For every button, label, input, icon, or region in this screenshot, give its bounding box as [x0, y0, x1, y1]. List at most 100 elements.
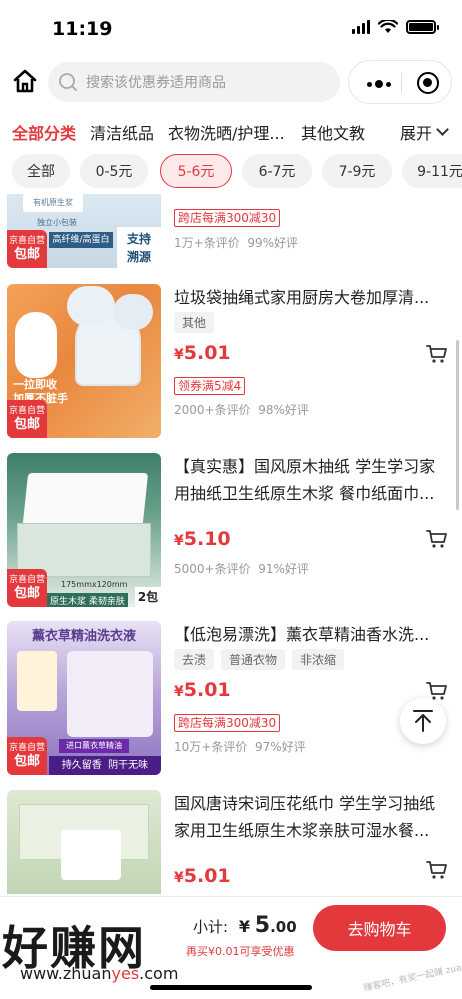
- product-tags: 去渍 普通衣物 非浓缩: [174, 649, 345, 670]
- review-meta: 2000+条评价 98%好评: [174, 401, 309, 418]
- watermark-url: www.zhuanyes.com: [20, 964, 178, 983]
- price-filter-7-9[interactable]: 7-9元: [322, 154, 392, 188]
- trash-bag-roll: [67, 286, 115, 326]
- rating: 99%好评: [247, 236, 299, 250]
- image-label: 持久留香 阴干无味: [49, 756, 161, 775]
- badge-line1: 京喜自营: [8, 406, 45, 416]
- product-image[interactable]: 有机原生浆 独立小包装 高纤维/高蛋白 支持 溯源 京喜自营 包邮: [7, 194, 161, 268]
- scrollbar[interactable]: [456, 340, 459, 510]
- close-miniapp-icon[interactable]: [417, 72, 439, 94]
- promo-tag: 领券满5减4: [174, 377, 246, 395]
- review-count: 5000+条评价: [174, 562, 251, 576]
- image-label: 原生木浆 柔韧亲肤: [47, 593, 128, 607]
- product-tag: 普通衣物: [221, 649, 286, 670]
- home-icon[interactable]: [12, 68, 38, 94]
- currency-symbol: ¥: [238, 917, 250, 936]
- bunny-mascot: [15, 312, 57, 378]
- jd-self-operated-badge: 京喜自营 包邮: [7, 400, 47, 438]
- badge-line1: 京喜自营: [8, 236, 45, 246]
- add-to-cart-icon[interactable]: [426, 344, 448, 364]
- back-to-top-button[interactable]: [400, 698, 446, 744]
- price-filter-6-7[interactable]: 6-7元: [242, 154, 312, 188]
- search-input[interactable]: 搜索该优惠券适用商品: [48, 62, 340, 102]
- price-value: 5.01: [183, 865, 231, 887]
- expand-label: 展开: [400, 124, 433, 143]
- product-tag: 其他: [174, 312, 215, 333]
- tab-laundry-care[interactable]: 衣物洗晒/护理...: [168, 120, 285, 144]
- price-value: 5.10: [183, 528, 231, 550]
- expand-button[interactable]: 展开: [392, 120, 462, 144]
- discount-hint: 再买¥0.01可享受优惠: [186, 945, 295, 958]
- subtotal: 小计: ¥ 5.00: [193, 913, 297, 938]
- review-meta: 10万+条评价 97%好评: [174, 738, 306, 755]
- review-count: 10万+条评价: [174, 740, 248, 754]
- add-to-cart-icon[interactable]: [426, 860, 448, 880]
- price-filter-0-5[interactable]: 0-5元: [80, 154, 148, 188]
- product-image[interactable]: 一拉即收 加厚不脏手 京喜自营 包邮: [7, 284, 161, 438]
- category-tabs: 全部分类 清洁纸品 衣物洗晒/护理... 其他文教 展开: [0, 112, 462, 148]
- rating: 97%好评: [254, 740, 306, 754]
- review-meta: 5000+条评价 91%好评: [174, 560, 309, 577]
- image-label: 高纤维/高蛋白: [49, 232, 113, 248]
- image-label: 有机原生浆: [23, 194, 83, 212]
- go-to-cart-button[interactable]: 去购物车: [313, 905, 446, 951]
- add-to-cart-icon[interactable]: [426, 529, 448, 549]
- tab-cleaning-paper[interactable]: 清洁纸品: [90, 120, 154, 144]
- tab-all-categories[interactable]: 全部分类: [12, 120, 76, 144]
- subtotal-label: 小计:: [193, 918, 229, 936]
- home-indicator[interactable]: [150, 985, 312, 990]
- product-image[interactable]: 175mmx120mm 原生木浆 柔韧亲肤 2包 京喜自营 包邮: [7, 453, 161, 607]
- product-price: ¥5.01: [174, 342, 231, 364]
- image-label: 溯源: [126, 250, 151, 264]
- jd-self-operated-badge: 京喜自营 包邮: [7, 737, 47, 775]
- chevron-down-icon: [436, 123, 449, 136]
- product-tags: 其他: [174, 312, 215, 333]
- url-part: yes: [111, 964, 140, 983]
- badge-line1: 京喜自营: [8, 743, 45, 753]
- currency-symbol: ¥: [174, 870, 184, 886]
- image-label: 阴干无味: [108, 760, 149, 771]
- detergent-pack: [67, 651, 153, 737]
- price-value: 5.01: [183, 679, 231, 701]
- image-label: 进口薰衣草精油: [59, 739, 129, 753]
- miniapp-capsule: [348, 60, 452, 104]
- image-label: 薰衣草精油洗衣液: [31, 629, 136, 644]
- price-value: 5.01: [183, 342, 231, 364]
- image-badge: 支持 溯源: [117, 227, 161, 268]
- promo-tag: 跨店每满300减30: [174, 714, 281, 732]
- trash-bag-roll: [113, 294, 153, 330]
- price-filter-all[interactable]: 全部: [12, 154, 70, 188]
- price-filters: 全部 0-5元 5-6元 6-7元 7-9元 9-11元: [0, 154, 462, 190]
- product-title[interactable]: 垃圾袋抽绳式家用厨房大卷加厚清...: [174, 284, 448, 311]
- price-filter-9-11[interactable]: 9-11元: [402, 154, 462, 188]
- product-price: ¥5.01: [174, 679, 231, 701]
- product-title[interactable]: 国风唐诗宋词压花纸巾 学生学习抽纸家用卫生纸原生木浆亲肤可湿水餐...: [174, 790, 448, 844]
- currency-symbol: ¥: [174, 347, 184, 363]
- image-label: 独立小包装: [37, 218, 77, 227]
- product-title[interactable]: 【真实惠】国风原木抽纸 学生学习家用抽纸卫生纸原生木浆 餐巾纸面巾...: [174, 453, 448, 507]
- subtotal-int: 5: [254, 913, 271, 938]
- product-tag: 非浓缩: [292, 649, 345, 670]
- currency-symbol: ¥: [174, 533, 184, 549]
- search-icon: [59, 73, 77, 91]
- tab-other-stationery[interactable]: 其他文教: [301, 120, 365, 144]
- promo-sticker: [17, 651, 57, 711]
- review-count: 2000+条评价: [174, 403, 251, 417]
- promo-tag: 跨店每满300减30: [174, 209, 281, 227]
- battery-icon: [406, 20, 439, 34]
- image-label: 175mmx120mm: [61, 580, 128, 589]
- back-to-top-icon: [413, 710, 433, 732]
- product-title[interactable]: 【低泡易漂洗】薰衣草精油香水洗...: [174, 621, 448, 648]
- more-icon[interactable]: [367, 80, 391, 88]
- status-time: 11:19: [52, 18, 113, 40]
- review-meta: 1万+条评价 99%好评: [174, 234, 298, 251]
- badge-line1: 京喜自营: [8, 575, 45, 585]
- product-image[interactable]: 薰衣草精油洗衣液 进口薰衣草精油 持久留香 阴干无味 京喜自营 包邮: [7, 621, 161, 775]
- price-filter-5-6[interactable]: 5-6元: [160, 154, 232, 188]
- product-price: ¥5.01: [174, 865, 231, 887]
- review-count: 1万+条评价: [174, 236, 240, 250]
- tissue-sheet: [61, 830, 121, 880]
- jd-self-operated-badge: 京喜自营 包邮: [7, 230, 47, 268]
- product-image[interactable]: [7, 790, 161, 894]
- search-row: 搜索该优惠券适用商品: [0, 60, 462, 104]
